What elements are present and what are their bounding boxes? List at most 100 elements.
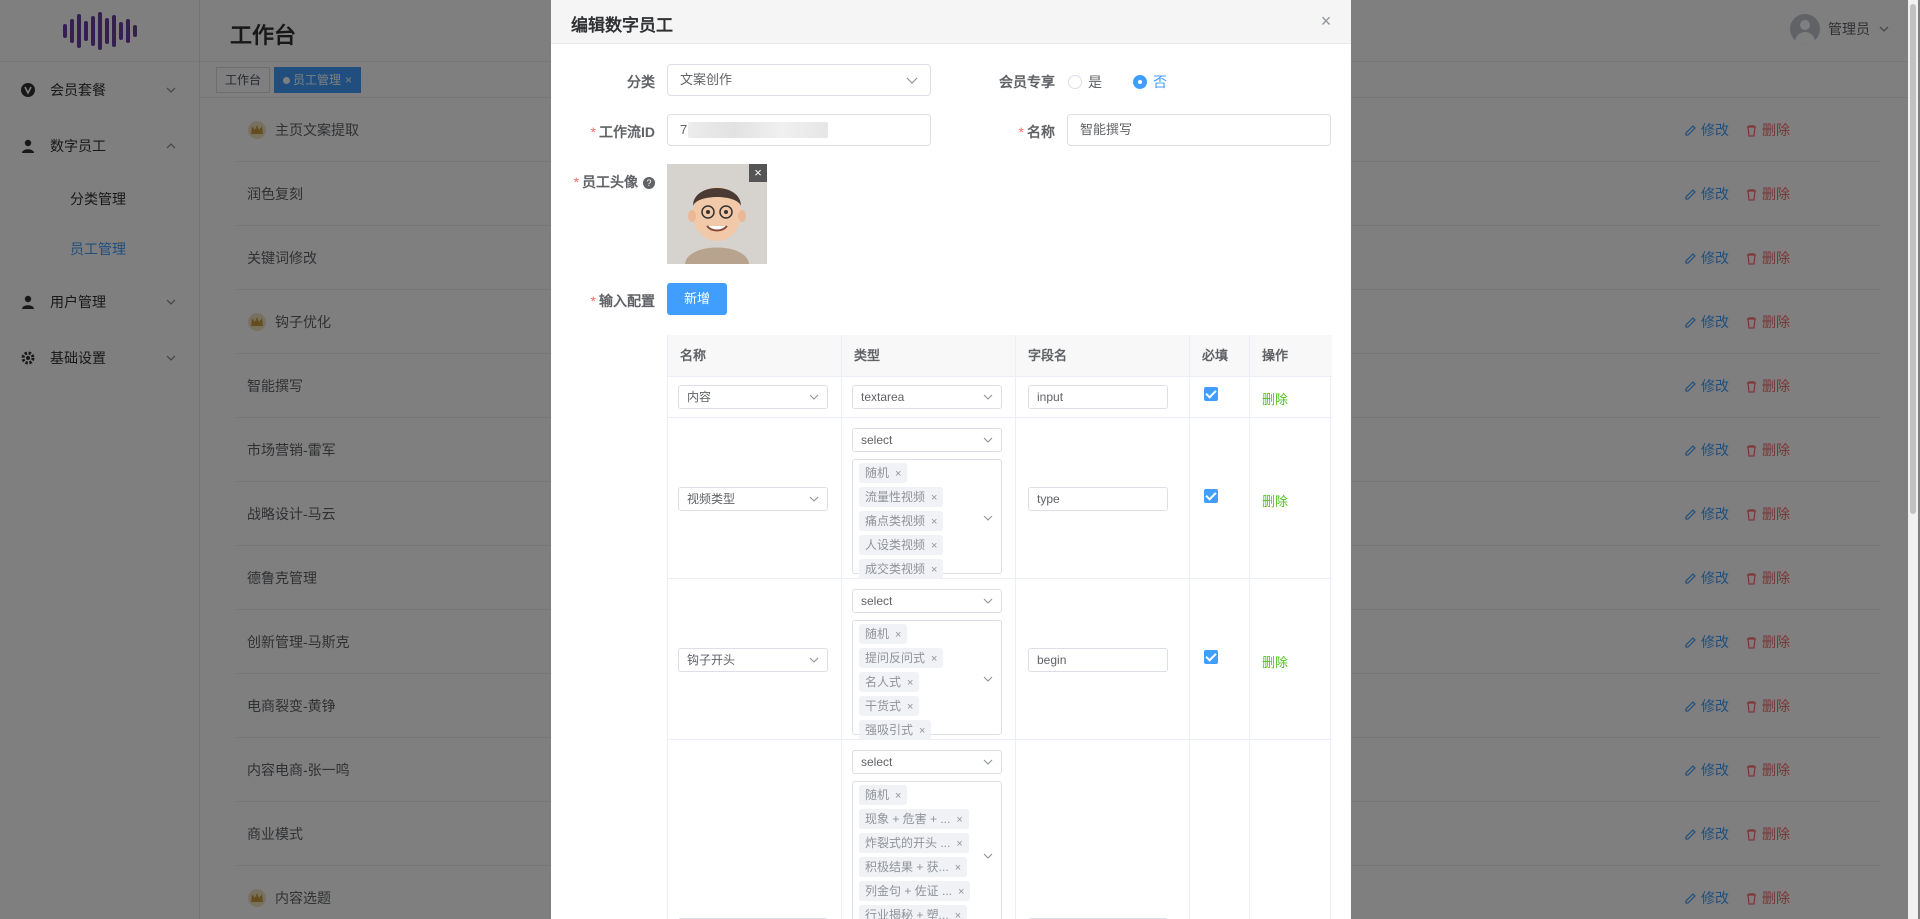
radio-circle [1068,75,1082,89]
option-tag: 现象 + 危害 + ... × [859,809,969,829]
close-icon[interactable]: × [931,564,937,576]
close-icon[interactable]: × [931,653,937,665]
required-checkbox[interactable] [1204,489,1218,503]
delete-row-button[interactable]: 删除 [1262,652,1288,671]
close-icon[interactable]: × [956,814,962,826]
option-tag-label: 成交类视频 [865,562,926,576]
label-text: 输入配置 [599,293,655,309]
option-tag: 列金句 + 佐证 ... × [859,881,971,901]
name-select-value: 视频类型 [687,492,736,506]
close-icon[interactable]: × [931,492,937,504]
add-field-button[interactable]: 新增 [667,283,727,315]
option-tag: 流量性视频 × [859,487,944,507]
scrollbar[interactable] [1908,0,1918,919]
action-cell: 删除 [1250,740,1332,919]
label-text: 名称 [1027,124,1055,140]
question-icon[interactable]: ? [643,177,655,189]
chevron-down-icon [983,676,993,682]
option-tag-label: 痛点类视频 [865,514,926,528]
member-only-label: 会员专享 [999,74,1055,90]
option-tag: 干货式 × [859,696,920,716]
field-cell: structure [1016,740,1190,919]
option-tag-label: 行业揭秘 + 塑... [865,908,949,919]
chevron-down-icon [906,77,918,84]
remove-image-icon[interactable]: × [749,164,767,182]
type-cell: select 随机 × 提问反问式 × 名人式 × 干货式 × 强吸引式 × [842,579,1016,740]
type-cell: select 随机 × 流量性视频 × 痛点类视频 × 人设类视频 × 成交类视频 × [842,418,1016,579]
name-select-value: 钩子开头 [687,653,736,667]
close-icon[interactable]: × [919,725,925,737]
close-icon[interactable]: × [931,540,937,552]
required-cell [1190,377,1250,417]
required-checkbox[interactable] [1204,387,1218,401]
field-name-input[interactable]: begin [1028,648,1168,672]
option-tag: 随机 × [859,785,908,805]
chevron-down-icon [809,657,819,663]
delete-row-button[interactable]: 删除 [1262,491,1288,510]
type-select[interactable]: select [852,750,1002,774]
field-cell: type [1016,418,1190,578]
avatar-image[interactable]: × [667,164,767,264]
config-row: 钩子开头 select 随机 × 提问反问式 × 名人式 × 干货式 × 强吸引式 × begin 删除 [668,579,1332,740]
action-cell: 删除 [1250,418,1332,578]
category-label: 分类 [627,74,655,90]
close-icon[interactable]: × [1317,12,1335,30]
workflow-id-value: 7 [680,122,688,137]
name-cell: 视频结构 [668,740,842,919]
option-tag-label: 炸裂式的开头 ... [865,836,951,850]
required-cell [1190,579,1250,739]
input-config-label: * 输入配置 [590,293,655,309]
close-icon[interactable]: × [931,516,937,528]
col-header-name: 名称 [668,335,842,377]
close-icon[interactable]: × [895,468,901,480]
close-icon[interactable]: × [958,886,964,898]
type-select[interactable]: textarea [852,385,1002,409]
member-radio-yes[interactable]: 是 [1068,72,1102,92]
field-cell: begin [1016,579,1190,739]
options-multiselect[interactable]: 随机 × 提问反问式 × 名人式 × 干货式 × 强吸引式 × [852,620,1002,740]
type-select-value: select [861,433,893,447]
options-multiselect[interactable]: 随机 × 流量性视频 × 痛点类视频 × 人设类视频 × 成交类视频 × [852,459,1002,579]
name-select-value: 内容 [687,390,712,404]
name-select[interactable]: 视频类型 [678,487,828,511]
name-cell: 视频类型 [668,418,842,578]
scrollbar-thumb[interactable] [1910,4,1916,514]
close-icon[interactable]: × [907,701,913,713]
field-name-input[interactable]: input [1028,385,1168,409]
close-icon[interactable]: × [895,790,901,802]
field-name-value: type [1037,492,1060,506]
close-icon[interactable]: × [956,838,962,850]
close-icon[interactable]: × [895,629,901,641]
close-icon[interactable]: × [907,677,913,689]
name-select[interactable]: 钩子开头 [678,648,828,672]
option-tag-label: 积极结果 + 获... [865,860,949,874]
type-select-value: select [861,755,893,769]
chevron-down-icon [983,394,993,400]
category-select[interactable]: 文案创作 [667,64,931,96]
options-multiselect[interactable]: 随机 × 现象 + 危害 + ... × 炸裂式的开头 ... × 积极结果 + 获... ×… [852,781,1002,919]
name-input[interactable]: 智能撰写 [1067,114,1331,146]
type-select[interactable]: select [852,428,1002,452]
field-name-input[interactable]: type [1028,487,1168,511]
name-select[interactable]: 内容 [678,385,828,409]
chevron-down-icon [809,394,819,400]
option-tag-label: 现象 + 危害 + ... [865,812,951,826]
option-tag-label: 强吸引式 [865,723,914,737]
field-name-value: begin [1037,653,1067,667]
required-checkbox[interactable] [1204,650,1218,664]
type-select[interactable]: select [852,589,1002,613]
chevron-down-icon [809,496,819,502]
close-icon[interactable]: × [955,910,961,919]
workflow-id-label: * 工作流ID [590,124,655,140]
category-value: 文案创作 [680,72,733,87]
workflow-id-input[interactable]: 7 [667,114,931,146]
close-icon[interactable]: × [955,862,961,874]
config-row: 视频结构 select 随机× 现象 + 危害 + ... × 炸裂式的开头 ... × 积极… [668,740,1332,919]
member-radio-no[interactable]: 否 [1133,72,1167,92]
option-tag-label: 名人式 [865,675,902,689]
option-tag: 成交类视频 × [859,559,944,579]
delete-row-button[interactable]: 删除 [1262,389,1288,408]
type-select-value: select [861,594,893,608]
option-tag-label: 干货式 [865,699,902,713]
option-tag: 名人式 × [859,672,920,692]
